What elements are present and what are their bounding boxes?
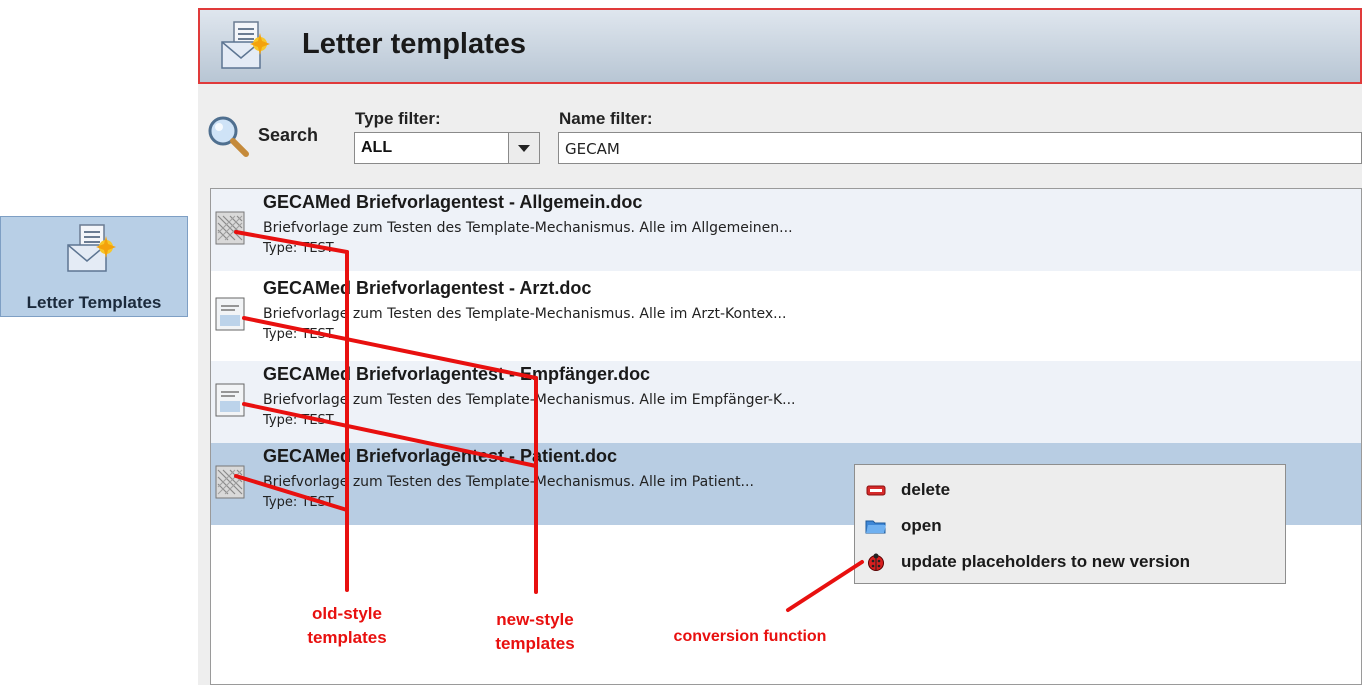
old-style-annotation: old-style templates: [282, 602, 412, 650]
letter-template-icon: [67, 224, 116, 272]
chevron-down-icon[interactable]: [508, 133, 539, 163]
name-filter-label: Name filter:: [559, 109, 653, 128]
menu-label: open: [901, 516, 942, 535]
menu-label: update placeholders to new version: [901, 552, 1191, 571]
search-button[interactable]: Search: [258, 125, 318, 146]
template-description: Briefvorlage zum Testen des Template-Mec…: [263, 392, 796, 408]
annotation-line: old-style: [312, 604, 382, 623]
annotation-line: templates: [307, 628, 387, 647]
menu-item-delete[interactable]: delete: [855, 473, 1285, 507]
launcher-label: Letter Templates: [26, 293, 162, 312]
list-item[interactable]: GECAMed Briefvorlagentest - Empfänger.do…: [211, 361, 1361, 443]
list-item[interactable]: GECAMed Briefvorlagentest - Arzt.doc Bri…: [211, 275, 1361, 357]
template-name: GECAMed Briefvorlagentest - Allgemein.do…: [263, 192, 643, 212]
template-description: Briefvorlage zum Testen des Template-Mec…: [263, 306, 787, 322]
template-name: GECAMed Briefvorlagentest - Empfänger.do…: [263, 364, 651, 384]
template-description: Briefvorlage zum Testen des Template-Mec…: [263, 220, 793, 236]
new-template-icon: [215, 297, 245, 331]
menu-label: delete: [901, 480, 951, 499]
template-type: Type: TEST: [263, 241, 334, 256]
type-filter-label: Type filter:: [355, 109, 441, 128]
letter-templates-launcher[interactable]: Letter Templates: [0, 216, 188, 317]
letter-template-icon: [221, 21, 270, 69]
type-filter-value: ALL: [361, 139, 393, 156]
menu-item-open[interactable]: open: [855, 509, 1285, 543]
panel-header: Letter templates: [198, 8, 1362, 84]
old-template-icon: [215, 465, 245, 499]
list-item[interactable]: GECAMed Briefvorlagentest - Allgemein.do…: [211, 189, 1361, 271]
name-filter-input[interactable]: GECAM: [558, 132, 1362, 164]
conversion-annotation: conversion function: [673, 628, 827, 645]
delete-icon: [866, 485, 886, 496]
template-description: Briefvorlage zum Testen des Template-Mec…: [263, 474, 754, 490]
template-type: Type: TEST: [263, 413, 334, 428]
template-type: Type: TEST: [263, 327, 334, 342]
page-title: Letter templates: [302, 28, 527, 60]
annotation-line: new-style: [496, 610, 574, 629]
template-name: GECAMed Briefvorlagentest - Patient.doc: [263, 446, 618, 466]
old-template-icon: [215, 211, 245, 245]
type-filter-select[interactable]: ALL: [354, 132, 540, 164]
template-type: Type: TEST: [263, 495, 334, 510]
menu-item-update-placeholders[interactable]: update placeholders to new version: [855, 545, 1285, 579]
folder-icon: [865, 520, 886, 534]
search-icon[interactable]: [206, 114, 250, 158]
annotation-line: templates: [495, 634, 575, 653]
template-name: GECAMed Briefvorlagentest - Arzt.doc: [263, 278, 592, 298]
context-menu: delete open update placeholders to new v…: [854, 464, 1286, 584]
new-template-icon: [215, 383, 245, 417]
new-style-annotation: new-style templates: [465, 608, 605, 656]
ladybug-icon: [868, 553, 884, 571]
